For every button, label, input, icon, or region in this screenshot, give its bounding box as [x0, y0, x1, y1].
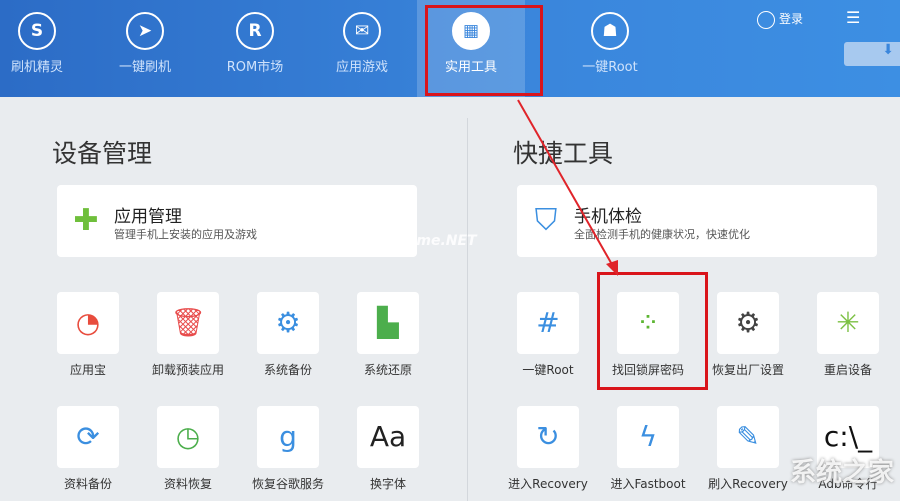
annotation-arrow — [517, 99, 618, 276]
watermark: 系统之家 — [790, 458, 895, 488]
watermark: pHome.NET — [385, 233, 477, 249]
